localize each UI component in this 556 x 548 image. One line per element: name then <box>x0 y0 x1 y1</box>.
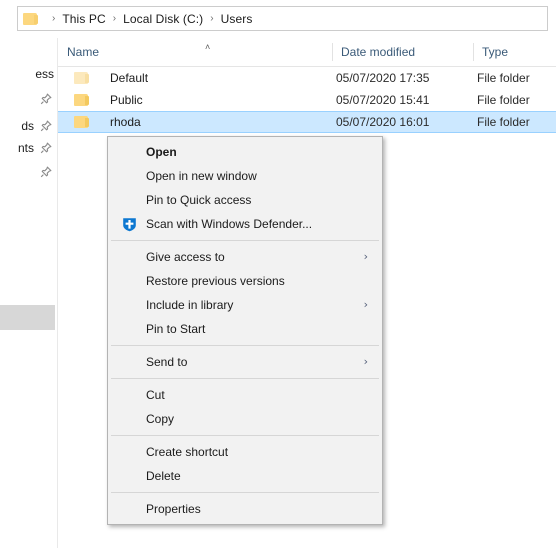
menu-item-label: Open <box>146 145 177 159</box>
menu-item-cut[interactable]: Cut <box>108 383 382 407</box>
menu-item-delete[interactable]: Delete <box>108 464 382 488</box>
menu-item-properties[interactable]: Properties <box>108 497 382 521</box>
pin-icon[interactable] <box>40 166 52 178</box>
pin-icon[interactable] <box>40 93 52 105</box>
breadcrumb-item-local-disk[interactable]: Local Disk (C:) <box>123 12 203 26</box>
column-header-name[interactable]: Name ˄ <box>58 38 332 66</box>
menu-item-label: Open in new window <box>146 169 257 183</box>
menu-item-create-shortcut[interactable]: Create shortcut <box>108 440 382 464</box>
column-header-label: Type <box>482 45 509 59</box>
column-header-label: Date modified <box>341 45 416 59</box>
breadcrumb-separator-1[interactable]: › <box>113 13 116 24</box>
column-header-type[interactable]: Type <box>473 38 556 66</box>
column-header-date-modified[interactable]: Date modified <box>332 38 473 66</box>
menu-item-copy[interactable]: Copy <box>108 407 382 431</box>
menu-item-give-access-to[interactable]: Give access to › <box>108 245 382 269</box>
menu-item-label: Give access to <box>146 250 225 264</box>
menu-item-scan-with-windows-defender[interactable]: Scan with Windows Defender... <box>108 212 382 236</box>
cell-date-modified: 05/07/2020 17:35 <box>336 71 430 85</box>
chevron-right-icon: › <box>363 250 368 263</box>
menu-item-label: Copy <box>146 412 175 426</box>
cell-name: rhoda <box>110 115 141 129</box>
pin-icon[interactable] <box>40 142 52 154</box>
nav-item-quick-access[interactable]: ess <box>0 64 56 84</box>
nav-item-row-1[interactable] <box>0 89 56 109</box>
sort-ascending-icon: ˄ <box>205 42 211 52</box>
cell-date-modified: 05/07/2020 16:01 <box>336 115 430 129</box>
menu-item-label: Cut <box>146 388 165 402</box>
column-header-row: Name ˄ Date modified Type <box>58 38 556 67</box>
cell-type: File folder <box>477 115 530 129</box>
nav-item-label: ds <box>21 119 34 133</box>
chevron-right-icon: › <box>363 298 368 311</box>
cell-type: File folder <box>477 93 530 107</box>
cell-name: Public <box>110 93 143 107</box>
menu-item-label: Delete <box>146 469 181 483</box>
column-header-label: Name <box>67 45 100 59</box>
cell-type: File folder <box>477 71 530 85</box>
nav-item-label: nts <box>17 141 34 155</box>
navigation-pane[interactable]: ess ds nts <box>0 38 58 548</box>
table-row-selected[interactable]: rhoda 05/07/2020 16:01 File folder <box>58 111 556 133</box>
menu-separator <box>111 378 379 379</box>
menu-item-include-in-library[interactable]: Include in library › <box>108 293 382 317</box>
folder-icon <box>23 12 39 26</box>
menu-item-pin-to-quick-access[interactable]: Pin to Quick access <box>108 188 382 212</box>
menu-item-label: Include in library <box>146 298 234 312</box>
table-row[interactable]: Public 05/07/2020 15:41 File folder <box>58 89 556 111</box>
menu-item-label: Properties <box>146 502 201 516</box>
menu-item-send-to[interactable]: Send to › <box>108 350 382 374</box>
menu-separator <box>111 240 379 241</box>
menu-item-restore-previous-versions[interactable]: Restore previous versions <box>108 269 382 293</box>
menu-separator <box>111 435 379 436</box>
address-bar[interactable]: › This PC › Local Disk (C:) › Users <box>17 6 548 31</box>
breadcrumb-item-users[interactable]: Users <box>221 12 253 26</box>
menu-item-label: Pin to Start <box>146 322 206 336</box>
breadcrumb-item-this-pc[interactable]: This PC <box>62 12 105 26</box>
context-menu[interactable]: Open Open in new window Pin to Quick acc… <box>107 136 383 525</box>
breadcrumb-separator-2[interactable]: › <box>210 13 213 24</box>
nav-item-label: ess <box>35 67 54 81</box>
menu-item-label: Pin to Quick access <box>146 193 252 207</box>
menu-item-label: Send to <box>146 355 188 369</box>
menu-separator <box>111 345 379 346</box>
menu-item-label: Restore previous versions <box>146 274 285 288</box>
pin-icon[interactable] <box>40 120 52 132</box>
file-rows: Default 05/07/2020 17:35 File folder Pub… <box>58 67 556 133</box>
shield-icon <box>122 217 137 232</box>
menu-item-pin-to-start[interactable]: Pin to Start <box>108 317 382 341</box>
menu-item-label: Scan with Windows Defender... <box>146 217 313 231</box>
menu-item-open-in-new-window[interactable]: Open in new window <box>108 164 382 188</box>
table-row[interactable]: Default 05/07/2020 17:35 File folder <box>58 67 556 89</box>
nav-item-downloads[interactable]: ds <box>0 116 56 136</box>
nav-pane-placeholder-block <box>0 305 55 330</box>
nav-item-row-4[interactable] <box>0 162 56 182</box>
menu-separator <box>111 492 379 493</box>
breadcrumb-separator-0[interactable]: › <box>52 13 55 24</box>
menu-item-open[interactable]: Open <box>108 140 382 164</box>
nav-item-documents[interactable]: nts <box>0 138 56 158</box>
cell-name: Default <box>110 71 149 85</box>
chevron-right-icon: › <box>363 355 368 368</box>
menu-item-label: Create shortcut <box>146 445 229 459</box>
cell-date-modified: 05/07/2020 15:41 <box>336 93 430 107</box>
